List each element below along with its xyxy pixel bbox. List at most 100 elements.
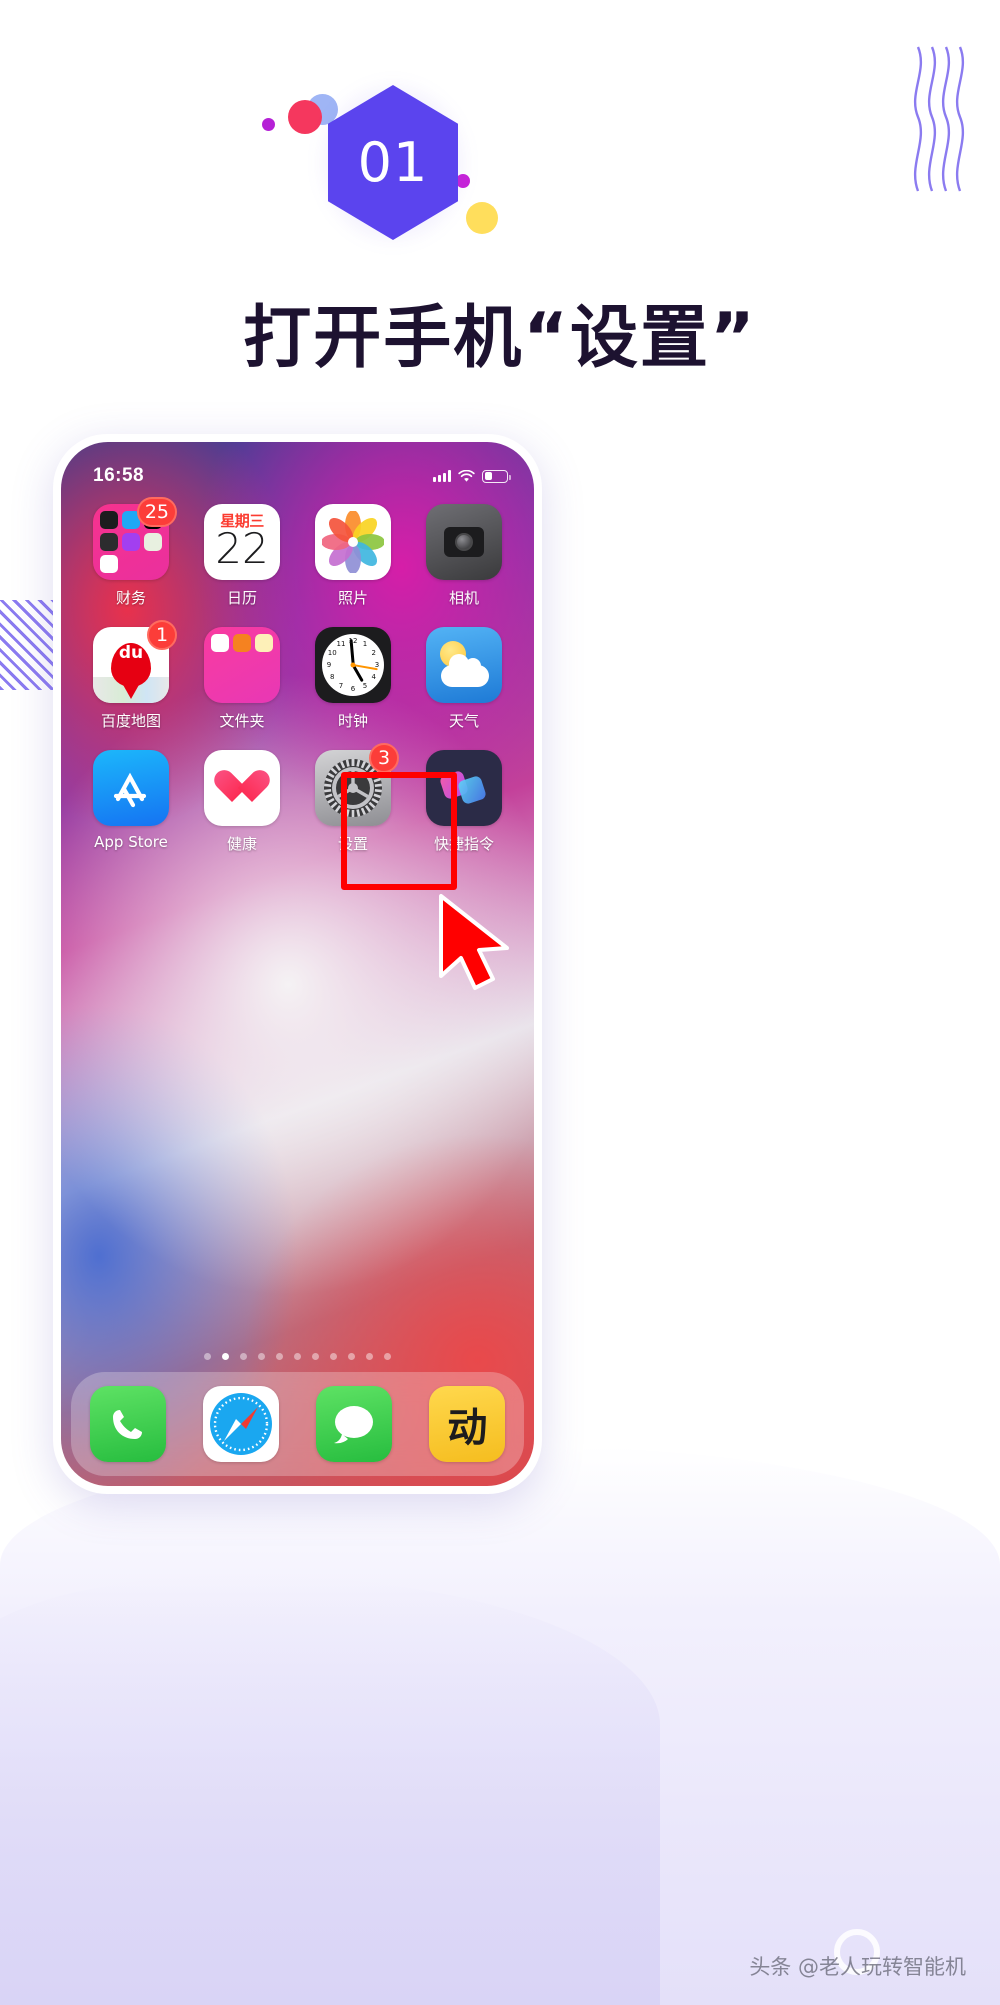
badge-count: 3	[369, 743, 399, 773]
app-label: 快捷指令	[433, 835, 494, 853]
clock-numeral: 3	[374, 661, 380, 669]
app-label: 文件夹	[219, 712, 265, 730]
decor-dot-purple-small	[262, 118, 275, 131]
calendar-day: 22	[215, 524, 269, 573]
app-icon-calendar[interactable]: 星期三 22 日历	[192, 504, 292, 608]
page-dot[interactable]	[294, 1353, 301, 1360]
app-icon-settings[interactable]: 3 设置	[303, 743, 403, 854]
app-icon-finance-folder[interactable]: 25 财务	[81, 497, 181, 608]
clock-numeral: 7	[338, 681, 344, 690]
mini-empty	[233, 656, 251, 674]
watermark-text: 头条 @老人玩转智能机	[749, 1955, 966, 1979]
app-icon-health[interactable]: 健康	[192, 750, 292, 854]
page-dot[interactable]	[312, 1353, 319, 1360]
page-dot[interactable]	[384, 1353, 391, 1360]
app-icon-folder[interactable]: 文件夹	[192, 627, 292, 731]
app-label: 健康	[226, 835, 257, 853]
phone-icon[interactable]	[89, 1386, 166, 1462]
weather-icon	[426, 627, 502, 703]
phone-screen: 16:58 25 财务 星期三 22 日历 照片 相机 1 du 百度地图 文件…	[61, 442, 534, 1486]
app-store-icon	[93, 750, 169, 826]
clock-numeral: 4	[371, 673, 377, 681]
page-dot-active[interactable]	[222, 1353, 229, 1360]
app-label: 财务	[115, 589, 146, 607]
messages-icon[interactable]	[316, 1386, 393, 1462]
page-dot[interactable]	[204, 1353, 211, 1360]
page-indicator-dots[interactable]	[61, 1353, 534, 1360]
heart-icon	[223, 771, 261, 805]
dock: 动	[71, 1372, 524, 1476]
app-icon-app-store[interactable]: App Store	[81, 750, 181, 854]
ime-glyph: 动	[447, 1405, 488, 1451]
folder-icon	[204, 627, 280, 703]
safari-compass-icon[interactable]	[202, 1386, 279, 1462]
app-row: App Store 健康 3 设置 快捷指令	[81, 743, 514, 854]
wifi-icon	[458, 469, 475, 482]
camera-body	[444, 527, 484, 557]
cloud-icon	[441, 654, 489, 687]
mini-itunes-icon	[122, 533, 140, 551]
baidu-wordmark: du	[118, 643, 144, 663]
mini-empty	[211, 656, 229, 674]
app-label: 设置	[337, 835, 368, 853]
app-icon-clock[interactable]: 12 1 2 3 4 5 6 7 8 9 10 11 时钟	[303, 627, 403, 731]
clock-numeral: 6	[350, 685, 356, 693]
clock-numeral: 8	[329, 673, 335, 681]
app-label: 百度地图	[100, 712, 161, 730]
clock-numeral: 11	[336, 640, 346, 649]
app-label: App Store	[94, 833, 168, 851]
app-icon-shortcuts[interactable]: 快捷指令	[414, 750, 514, 854]
photos-icon	[315, 504, 391, 580]
mouse-cursor-arrow	[435, 892, 519, 1001]
page-dot[interactable]	[348, 1353, 355, 1360]
app-row: 1 du 百度地图 文件夹 12 1 2 3 4 5 6 7 8 9 10 11…	[81, 620, 514, 731]
health-icon	[204, 750, 280, 826]
app-label: 照片	[337, 589, 368, 607]
mini-empty	[144, 555, 162, 573]
mini-empty	[233, 678, 251, 696]
mini-reminders-icon	[100, 555, 118, 573]
cellular-signal-icon	[433, 470, 451, 482]
app-icon-photos[interactable]: 照片	[303, 504, 403, 608]
page-title: 打开手机“设置”	[243, 299, 757, 378]
page-dot[interactable]	[330, 1353, 337, 1360]
clock-pivot	[350, 662, 356, 668]
clock-numeral: 5	[362, 681, 368, 690]
app-row: 25 财务 星期三 22 日历 照片 相机	[81, 497, 514, 608]
camera-icon	[426, 504, 502, 580]
page-dot[interactable]	[240, 1353, 247, 1360]
app-icon-baidu-maps[interactable]: 1 du 百度地图	[81, 620, 181, 731]
phone-mockup: 16:58 25 财务 星期三 22 日历 照片 相机 1 du 百度地图 文件…	[53, 434, 542, 1494]
mini-empty	[255, 678, 273, 696]
app-label: 天气	[448, 712, 479, 730]
mini-books-icon	[233, 634, 251, 652]
page-dot[interactable]	[276, 1353, 283, 1360]
page-dot[interactable]	[366, 1353, 373, 1360]
clock-numeral: 1	[362, 640, 368, 649]
mini-notes-icon	[255, 634, 273, 652]
status-bar: 16:58	[61, 442, 534, 496]
mini-stocks-icon	[100, 511, 118, 529]
step-number-badge: 01	[310, 73, 476, 253]
app-icon-camera[interactable]: 相机	[414, 504, 514, 608]
shortcuts-icon	[426, 750, 502, 826]
badge-count: 1	[147, 620, 177, 650]
mini-empty	[211, 678, 229, 696]
app-label: 相机	[448, 589, 479, 607]
app-grid: 25 财务 星期三 22 日历 照片 相机 1 du 百度地图 文件夹 12 1…	[61, 497, 534, 873]
app-label: 时钟	[337, 712, 368, 730]
wavy-lines-decoration	[910, 45, 972, 198]
clock-icon: 12 1 2 3 4 5 6 7 8 9 10 11	[315, 627, 391, 703]
clock-numeral: 12	[348, 637, 358, 645]
ime-icon[interactable]: 动	[429, 1386, 506, 1462]
background-wave-shape-secondary	[0, 1575, 660, 2005]
step-number: 01	[357, 131, 429, 194]
app-icon-weather[interactable]: 天气	[414, 627, 514, 731]
mini-empty	[122, 555, 140, 573]
status-bar-time: 16:58	[93, 465, 145, 486]
page-dot[interactable]	[258, 1353, 265, 1360]
clock-numeral: 10	[327, 649, 337, 657]
badge-count: 25	[136, 497, 177, 527]
mini-wallet-icon	[100, 533, 118, 551]
mini-home-icon	[211, 634, 229, 652]
